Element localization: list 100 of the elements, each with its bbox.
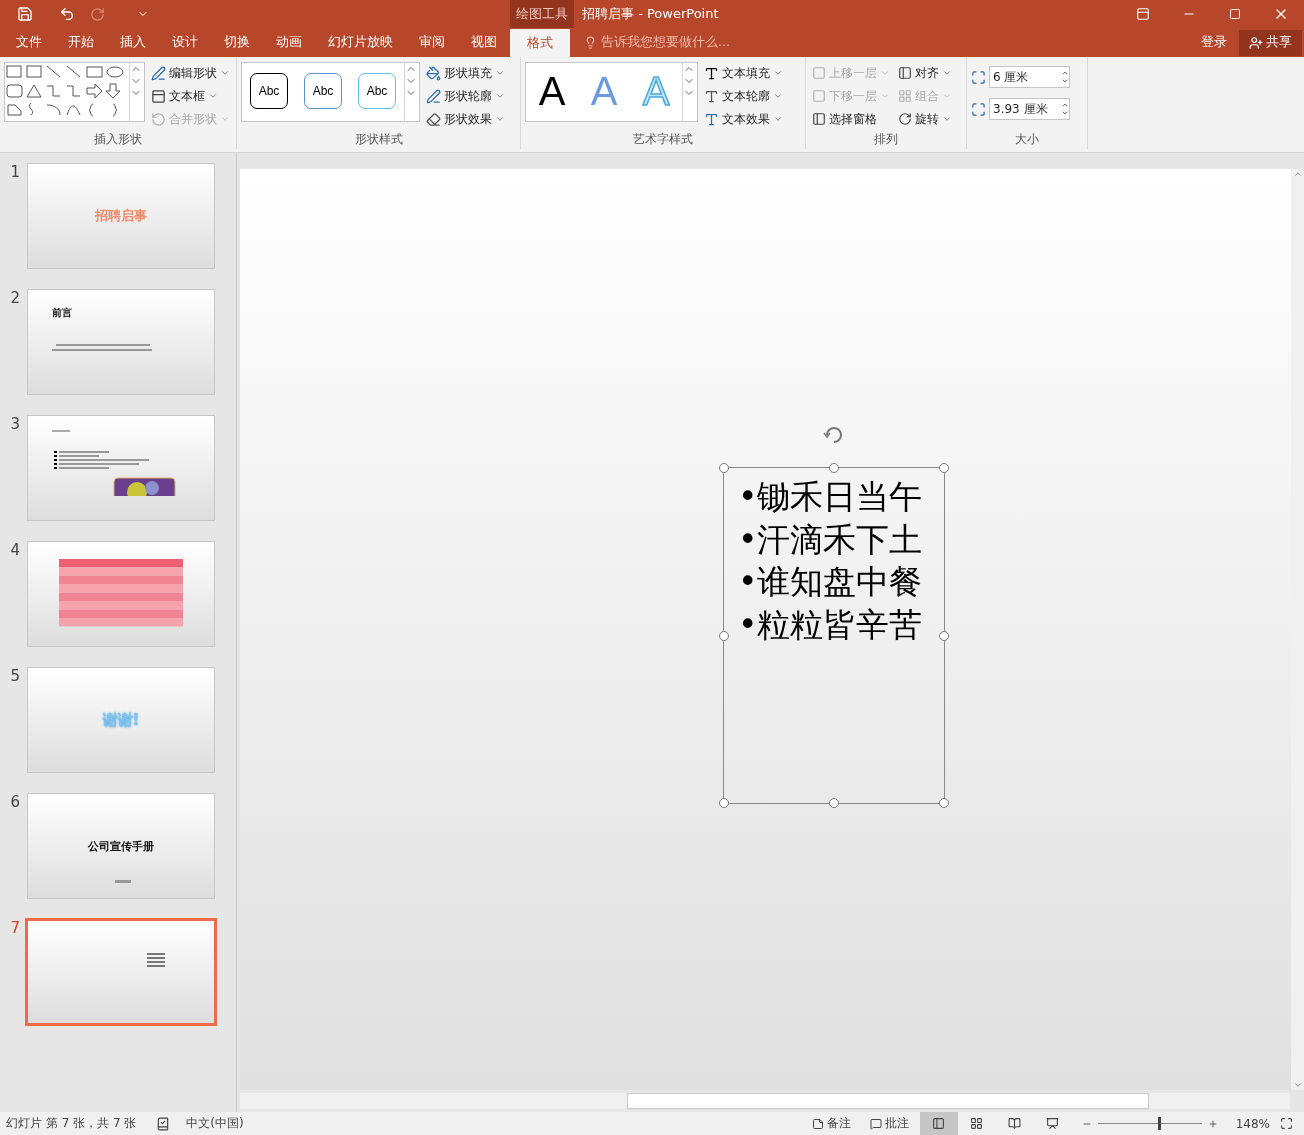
- ribbon-command[interactable]: 形状填充: [424, 62, 507, 84]
- ribbon-tab[interactable]: 设计: [159, 28, 211, 57]
- fit-slide-icon[interactable]: [1280, 1117, 1294, 1130]
- ribbon-tab[interactable]: 审阅: [406, 28, 458, 57]
- paint-bucket-icon: [426, 65, 441, 81]
- ribbon-tab[interactable]: 视图: [458, 28, 510, 57]
- group-label: 排列: [873, 131, 899, 148]
- caret-icon: [220, 68, 230, 78]
- resize-handle[interactable]: [719, 463, 729, 473]
- width-field[interactable]: 3.93 厘米: [989, 98, 1070, 120]
- ribbon-command[interactable]: 文本轮廓: [702, 85, 785, 107]
- caret-icon: [773, 91, 783, 101]
- shape-style-option[interactable]: Abc: [304, 73, 342, 109]
- align-icon: [898, 66, 912, 80]
- zoom-in-icon[interactable]: [1207, 1118, 1218, 1129]
- slide-counter: 幻灯片 第 7 张，共 7 张: [6, 1115, 137, 1132]
- text-fill-icon: [704, 65, 719, 81]
- language-indicator: 中文(中国): [186, 1115, 244, 1132]
- shape-style-option[interactable]: Abc: [358, 73, 396, 109]
- rotate-icon: [898, 112, 912, 126]
- spin-down-icon[interactable]: [1061, 77, 1069, 85]
- slide-thumbnail[interactable]: [27, 415, 215, 521]
- group-label: 艺术字样式: [632, 131, 694, 148]
- textbox-icon: [151, 88, 166, 104]
- comments-button[interactable]: 批注: [859, 1112, 920, 1135]
- ribbon-tab[interactable]: 插入: [107, 28, 159, 57]
- ribbon-tab[interactable]: 切换: [211, 28, 263, 57]
- caret-icon: [773, 68, 783, 78]
- ribbon-command[interactable]: 旋转: [896, 108, 954, 130]
- caret-icon: [208, 91, 218, 101]
- spin-up-icon[interactable]: [1061, 101, 1069, 109]
- view-button[interactable]: [919, 1112, 958, 1135]
- resize-handle[interactable]: [719, 630, 729, 641]
- slide-number: 4: [9, 541, 20, 561]
- group-label: 插入形状: [93, 131, 143, 148]
- horizontal-scrollbar[interactable]: [240, 1093, 1290, 1109]
- zoom-level[interactable]: 148%: [1235, 1116, 1271, 1131]
- wordart-style-option[interactable]: A: [526, 63, 578, 119]
- edit-shape-icon: [151, 65, 166, 81]
- ribbon-command[interactable]: 文本效果: [702, 108, 785, 130]
- spin-down-icon[interactable]: [1061, 109, 1069, 117]
- ribbon-command[interactable]: 形状轮廓: [424, 85, 507, 107]
- text-line: •锄禾日当午: [737, 476, 924, 518]
- ribbon-tab[interactable]: 动画: [263, 28, 315, 57]
- text-line: •粒粒皆辛苦: [737, 603, 924, 646]
- ribbon-tab[interactable]: 格式: [510, 29, 570, 57]
- user-icon: [1249, 35, 1263, 50]
- caret-icon: [220, 114, 230, 124]
- caret-icon: [495, 114, 505, 124]
- resize-handle[interactable]: [939, 630, 949, 641]
- caret-icon: [942, 68, 952, 78]
- ribbon-command[interactable]: 形状效果: [424, 108, 507, 130]
- caret-icon: [495, 68, 505, 78]
- resize-handle[interactable]: [829, 463, 839, 473]
- ribbon-tab[interactable]: 文件: [3, 28, 55, 57]
- ribbon-command[interactable]: 选择窗格: [810, 108, 892, 130]
- vertical-scrollbar[interactable]: [1291, 169, 1304, 1090]
- ribbon-tab[interactable]: 开始: [55, 28, 107, 57]
- ribbon-command[interactable]: 文本填充: [702, 62, 785, 84]
- slideshow-view-icon: [1046, 1117, 1060, 1130]
- sorter-view-icon: [970, 1117, 984, 1130]
- slide-thumbnail[interactable]: 前言: [27, 289, 215, 395]
- subtitle-drawing: [115, 880, 131, 883]
- zoom-slider-thumb[interactable]: [1158, 1117, 1162, 1130]
- resize-handle[interactable]: [829, 798, 839, 808]
- resize-handle[interactable]: [939, 463, 949, 473]
- text-effects-icon: [704, 111, 719, 127]
- spin-up-icon[interactable]: [1061, 69, 1069, 77]
- notes-button[interactable]: 备注: [803, 1112, 860, 1135]
- comment-icon: [870, 1117, 883, 1130]
- scroll-up-icon[interactable]: [1292, 169, 1303, 179]
- text-line: •汗滴禾下土: [737, 518, 924, 561]
- slide-number: 1: [9, 163, 20, 183]
- ribbon-tab[interactable]: 幻灯片放映: [315, 28, 406, 57]
- shape-effects-icon: [426, 111, 441, 127]
- share-button[interactable]: 共享: [1239, 29, 1302, 56]
- caret-icon: [880, 91, 890, 101]
- sign-in-link[interactable]: 登录: [1189, 28, 1239, 57]
- ribbon-command[interactable]: 编辑形状: [149, 62, 232, 84]
- slide-number: 6: [9, 793, 20, 813]
- slide-thumbnail[interactable]: [26, 919, 216, 1025]
- ribbon-command[interactable]: 对齐: [896, 62, 954, 84]
- scroll-down-icon[interactable]: [1292, 1080, 1303, 1090]
- slide-thumbnail[interactable]: [27, 541, 215, 647]
- slide-number: 7: [9, 919, 20, 939]
- height-field[interactable]: 6 厘米: [989, 66, 1070, 88]
- pen-icon: [426, 88, 441, 104]
- ribbon-command[interactable]: 文本框: [149, 85, 232, 107]
- group-icon: [898, 89, 912, 103]
- spell-check-icon[interactable]: [156, 1116, 171, 1131]
- caret-icon: [773, 114, 783, 124]
- caret-icon: [942, 91, 952, 101]
- lightbulb-icon: [584, 36, 597, 49]
- caret-icon: [495, 91, 505, 101]
- resize-handle[interactable]: [719, 798, 729, 808]
- shape-style-option[interactable]: Abc: [250, 73, 288, 109]
- resize-handle[interactable]: [939, 798, 949, 808]
- text-line: •谁知盘中餐: [737, 561, 924, 603]
- slide-thumbnail[interactable]: 公司宣传手册: [27, 793, 215, 899]
- group-label: 大小: [1014, 131, 1040, 148]
